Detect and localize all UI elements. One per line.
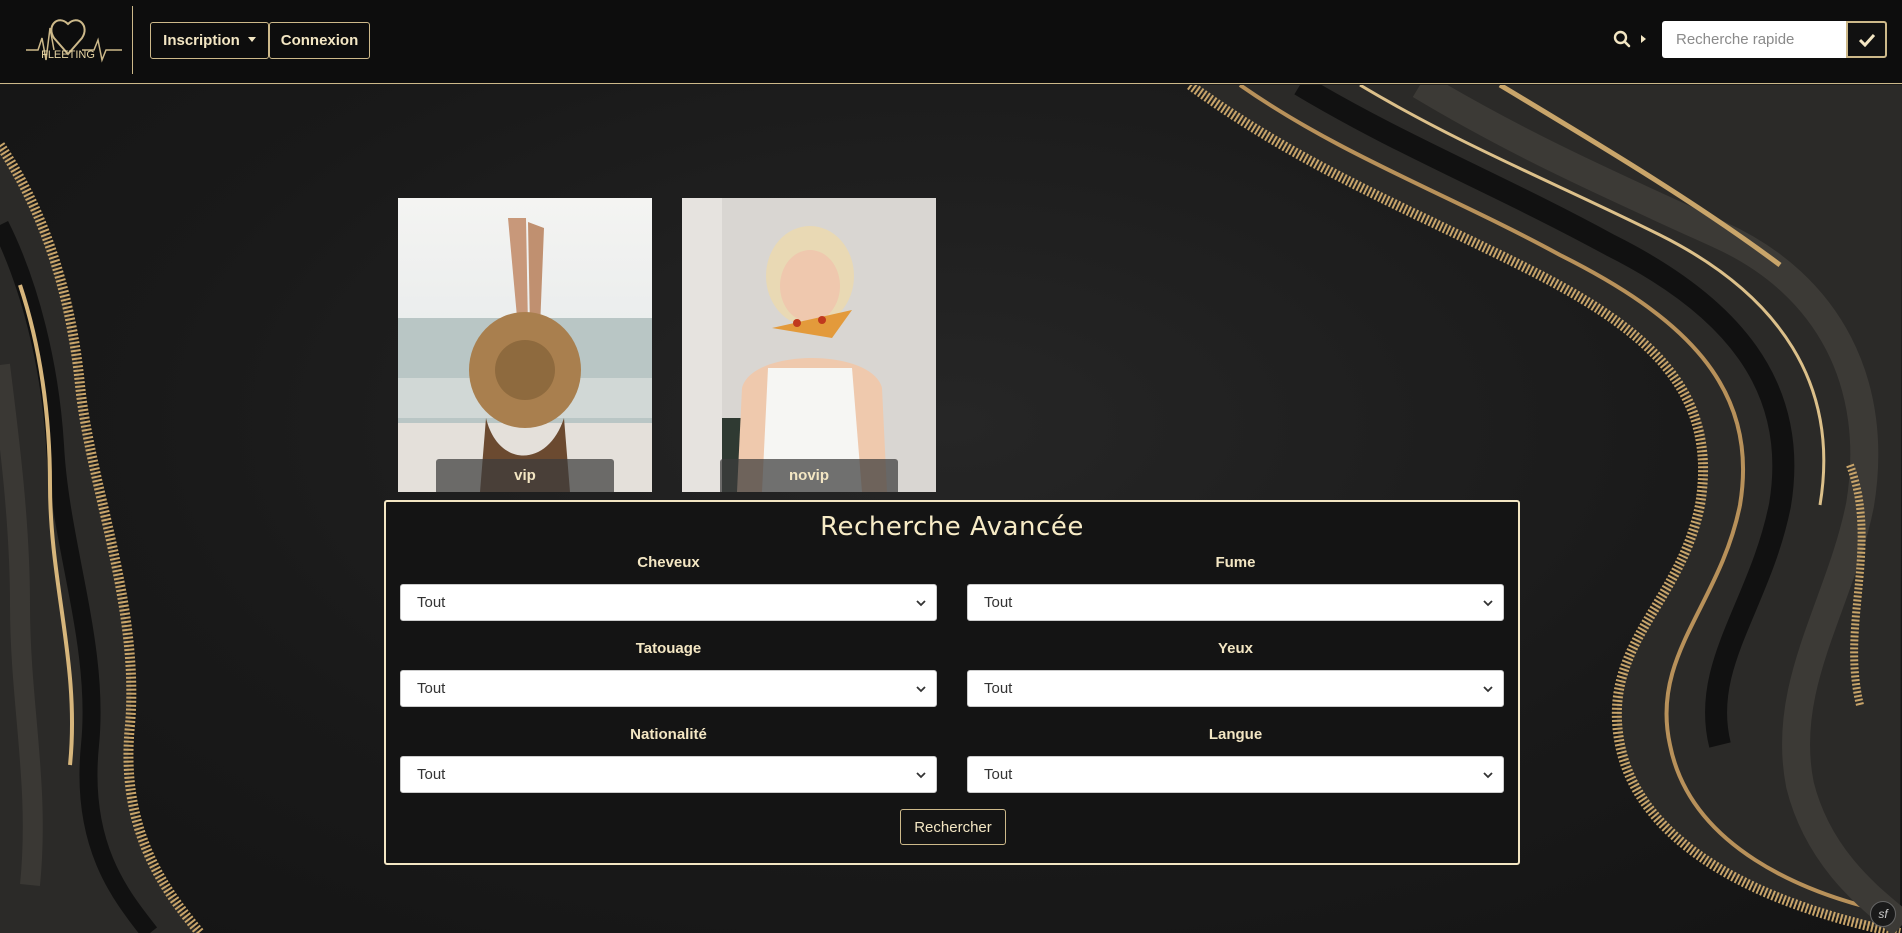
chevron-down-icon	[916, 600, 926, 607]
top-navbar: FLEETING Inscription Connexion	[0, 0, 1902, 84]
yeux-label: Yeux	[1217, 640, 1254, 657]
connexion-label: Connexion	[280, 32, 359, 49]
chevron-down-icon	[1483, 600, 1493, 607]
advanced-search-title: Recherche Avancée	[820, 512, 1084, 542]
fleeting-logo[interactable]: FLEETING	[24, 8, 124, 72]
connexion-button[interactable]: Connexion	[269, 22, 370, 59]
select-value: Tout	[417, 594, 446, 611]
quick-search-input[interactable]	[1662, 21, 1848, 58]
chevron-down-icon	[1483, 772, 1493, 779]
cheveux-select[interactable]: Tout	[400, 584, 937, 621]
profile-card-label: vip	[436, 459, 614, 492]
inscription-dropdown-button[interactable]: Inscription	[150, 22, 269, 59]
fume-label: Fume	[1215, 554, 1256, 571]
select-value: Tout	[984, 594, 1013, 611]
inscription-label: Inscription	[163, 32, 240, 49]
profile-photo	[682, 198, 936, 492]
search-icon[interactable]	[1613, 30, 1631, 48]
logo-text: FLEETING	[41, 49, 95, 61]
chevron-down-icon	[916, 686, 926, 693]
profile-card-vip[interactable]: vip	[398, 198, 652, 492]
caret-down-icon	[247, 37, 256, 42]
select-value: Tout	[417, 680, 446, 697]
rechercher-button[interactable]: Rechercher	[900, 809, 1006, 845]
select-value: Tout	[417, 766, 446, 783]
langue-label: Langue	[1208, 726, 1263, 743]
cheveux-label: Cheveux	[637, 554, 700, 571]
check-icon	[1858, 33, 1875, 47]
chevron-down-icon	[916, 772, 926, 779]
nav-divider	[132, 6, 133, 74]
select-value: Tout	[984, 680, 1013, 697]
fume-select[interactable]: Tout	[967, 584, 1504, 621]
profile-card-label: novip	[720, 459, 898, 492]
nationalite-label: Nationalité	[630, 726, 707, 743]
yeux-select[interactable]: Tout	[967, 670, 1504, 707]
quick-search-submit-button[interactable]	[1846, 21, 1887, 58]
nationalite-select[interactable]: Tout	[400, 756, 937, 793]
symfony-toolbar-icon[interactable]: sf	[1870, 901, 1896, 927]
advanced-search-form: Recherche Avancée Cheveux Tout Fume Tout…	[384, 500, 1520, 865]
select-value: Tout	[984, 766, 1013, 783]
langue-select[interactable]: Tout	[967, 756, 1504, 793]
profile-card-novip[interactable]: novip	[682, 198, 936, 492]
chevron-down-icon	[1483, 686, 1493, 693]
tatouage-select[interactable]: Tout	[400, 670, 937, 707]
profile-photo	[398, 198, 652, 492]
caret-right-icon	[1641, 35, 1646, 43]
tatouage-label: Tatouage	[635, 640, 702, 657]
